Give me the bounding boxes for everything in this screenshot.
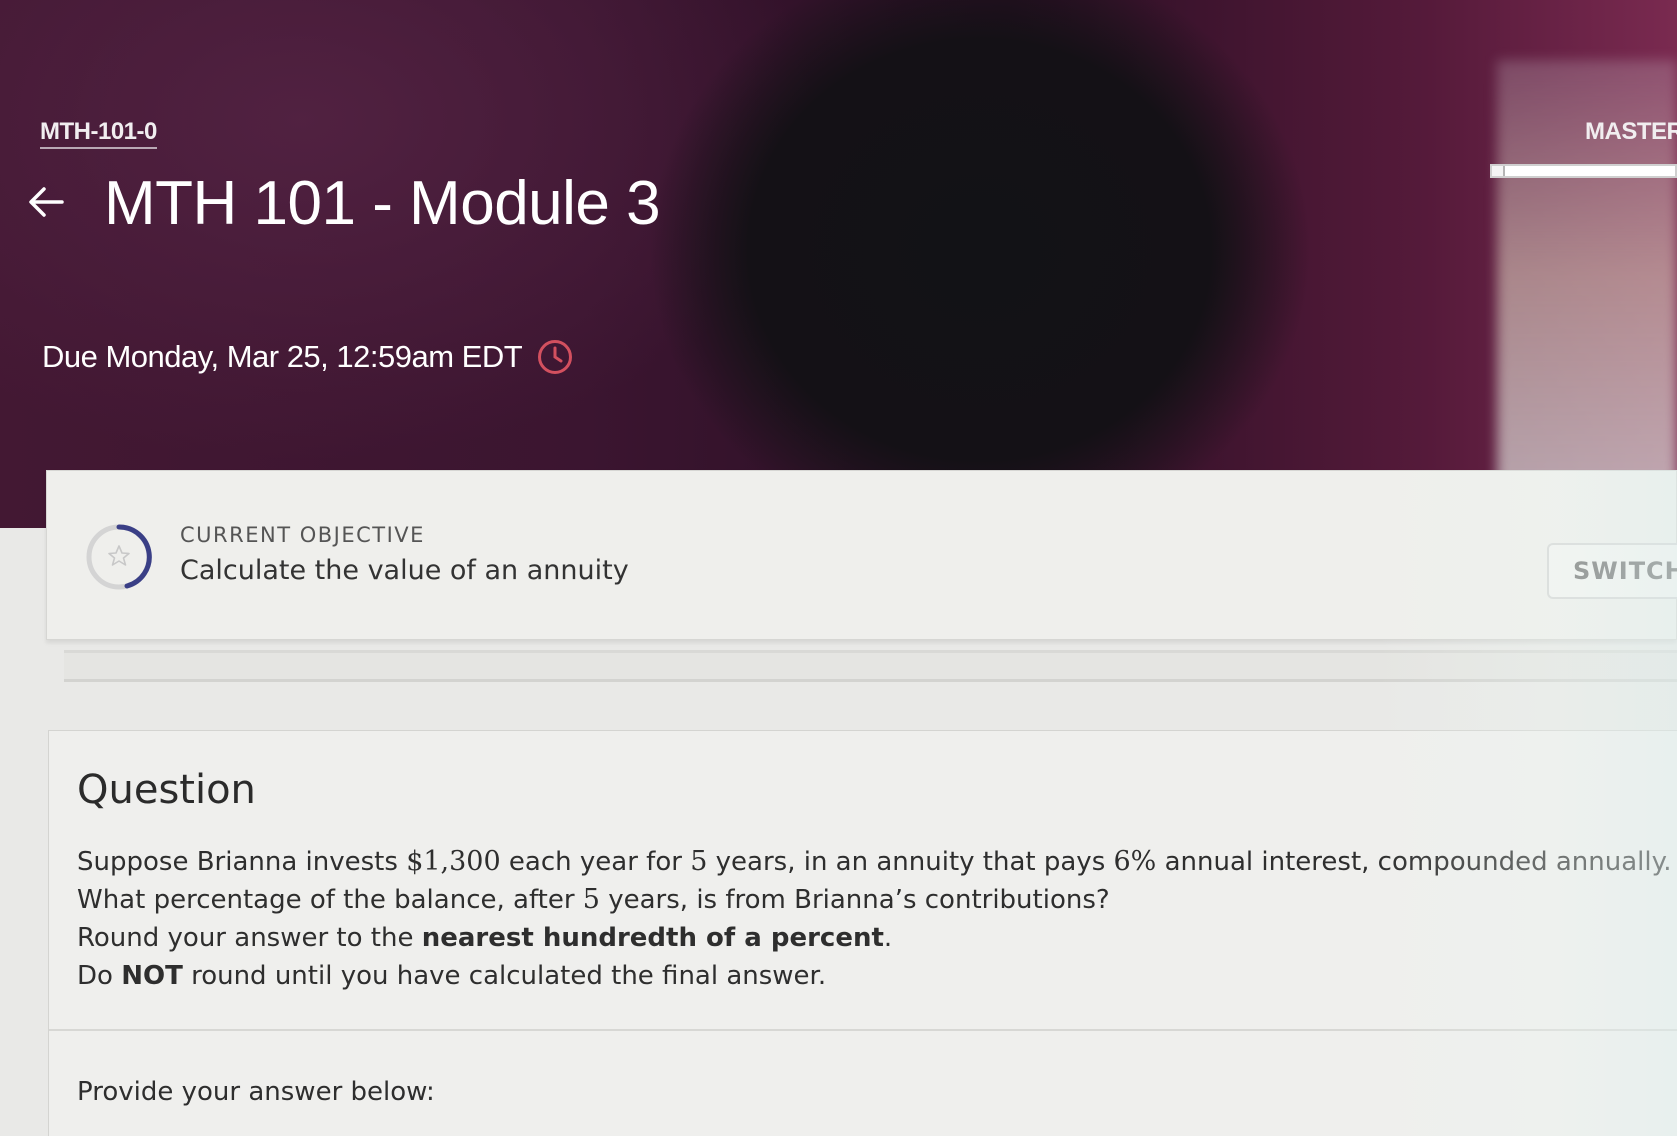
arrow-left-icon (29, 187, 64, 217)
question-card: Question Suppose Brianna invests $1,300 … (48, 730, 1677, 1136)
math-amount: $1,300 (406, 846, 501, 877)
question-line-4: Do NOT round until you have calculated t… (77, 957, 1667, 995)
objective-progress-ring (86, 524, 152, 590)
page-title: MTH 101 - Module 3 (104, 169, 661, 238)
clock-icon (538, 340, 573, 374)
current-objective-card: CURRENT OBJECTIVE Calculate the value of… (46, 470, 1677, 640)
course-code-link[interactable]: MTH-101-0 (40, 118, 157, 149)
objective-label: CURRENT OBJECTIVE (180, 523, 425, 547)
text-span: . (883, 923, 893, 953)
math-years: 5 (582, 884, 600, 915)
question-line-3: Round your answer to the nearest hundred… (77, 919, 1667, 957)
text-span: each year for (500, 847, 691, 877)
text-span: round until you have calculated the fina… (182, 961, 827, 991)
question-line-1: Suppose Brianna invests $1,300 each year… (77, 843, 1672, 881)
due-date: Due Monday, Mar 25, 12:59am EDT (42, 338, 574, 376)
question-divider (49, 1029, 1677, 1031)
text-span: annual interest, compounded annually. (1156, 847, 1672, 877)
question-line-2: What percentage of the balance, after 5 … (77, 881, 1667, 919)
math-rate: 6% (1113, 846, 1157, 877)
back-button[interactable] (24, 180, 68, 224)
text-span: What percentage of the balance, after (77, 885, 583, 915)
emphasis-text: NOT (121, 961, 183, 991)
switch-objective-button[interactable]: SWITCH (1547, 543, 1677, 599)
header-banner: MTH-101-0 MASTERY MTH 101 - Module 3 Due… (0, 0, 1677, 528)
answer-prompt: Provide your answer below: (77, 1077, 435, 1107)
text-span: Suppose Brianna invests (77, 847, 407, 877)
objective-stack-edge (64, 650, 1677, 682)
mastery-progress-fill (1492, 166, 1505, 176)
mastery-label: MASTERY (1585, 118, 1677, 145)
objective-text: Calculate the value of an annuity (180, 555, 629, 586)
text-span: years, in an annuity that pays (707, 847, 1114, 877)
text-span: Round your answer to the (77, 923, 422, 953)
question-heading: Question (77, 767, 256, 813)
text-span: years, is from Brianna’s contributions? (599, 885, 1110, 915)
text-span: Do (77, 961, 122, 991)
star-icon (108, 545, 130, 566)
math-years: 5 (690, 846, 708, 877)
due-date-text: Due Monday, Mar 25, 12:59am EDT (42, 339, 523, 374)
emphasis-text: nearest hundredth of a percent (421, 923, 884, 953)
question-body: Suppose Brianna invests $1,300 each year… (77, 843, 1672, 995)
mastery-progress-bar (1490, 164, 1677, 178)
